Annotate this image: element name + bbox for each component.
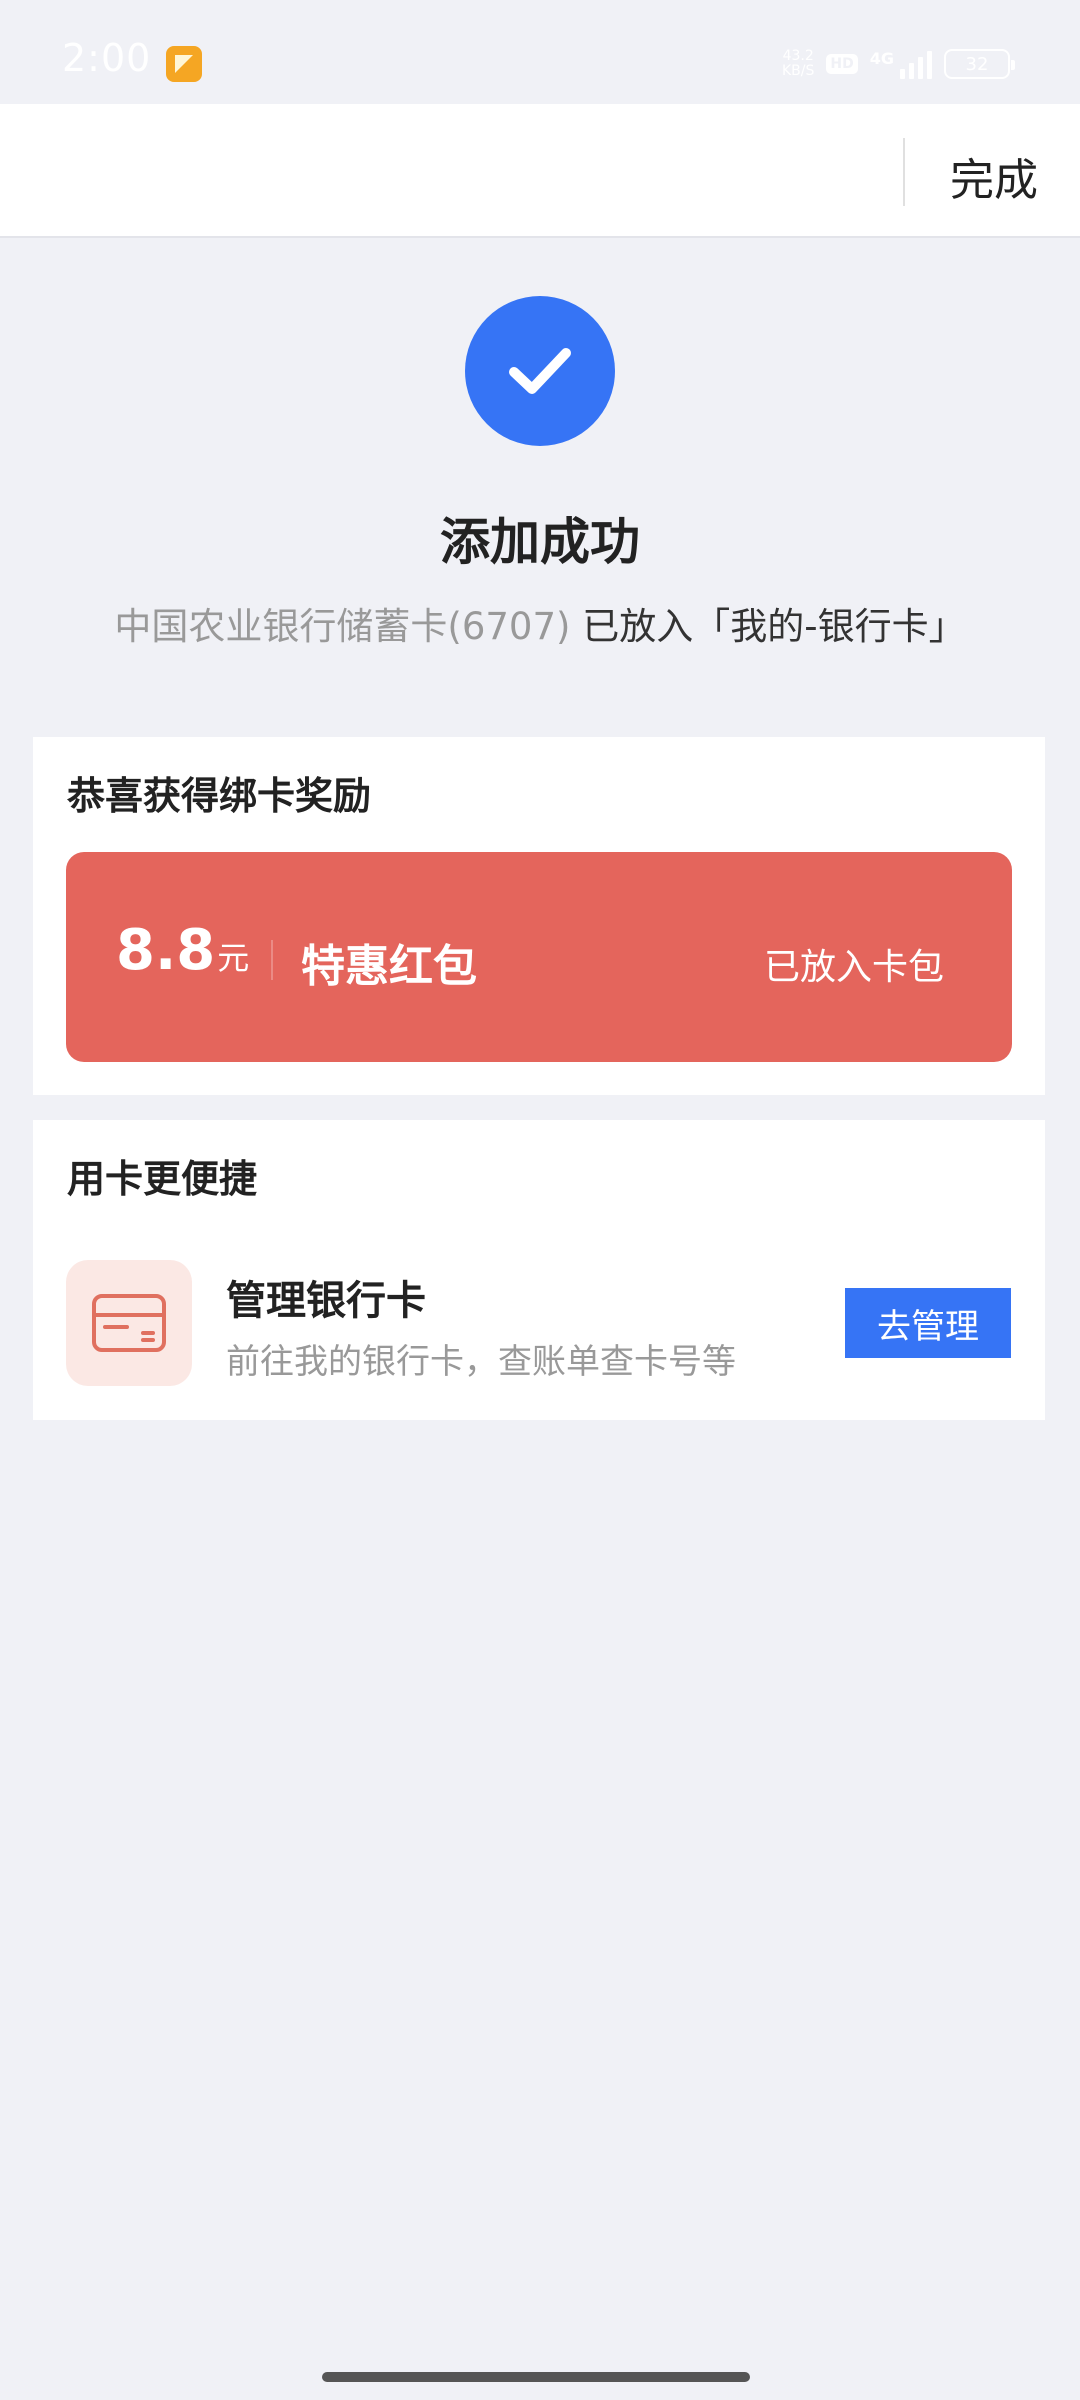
status-time: 2:00 bbox=[62, 36, 152, 80]
manage-card-title: 管理银行卡 bbox=[226, 1278, 426, 1324]
coupon-divider bbox=[271, 940, 273, 980]
coupon-amount-value: 8.8 bbox=[116, 918, 216, 983]
reward-section: 恭喜获得绑卡奖励 8.8 元 特惠红包 已放入卡包 bbox=[33, 737, 1045, 1095]
nav-bar: 完成 bbox=[0, 104, 1080, 238]
reward-section-title: 恭喜获得绑卡奖励 bbox=[67, 774, 372, 818]
hd-icon: HD bbox=[826, 54, 858, 74]
red-packet-coupon[interactable]: 8.8 元 特惠红包 已放入卡包 bbox=[66, 852, 1012, 1062]
status-bar: 2:00 43.2 KB/S HD 4G 32 bbox=[0, 0, 1080, 104]
success-description: 中国农业银行储蓄卡(6707) 已放入「我的-银行卡」 bbox=[0, 596, 1080, 650]
coupon-amount: 8.8 元 bbox=[116, 918, 249, 983]
success-title: 添加成功 bbox=[440, 513, 640, 571]
coupon-name: 特惠红包 bbox=[301, 941, 477, 992]
manage-card-description: 前往我的银行卡，查账单查卡号等 bbox=[226, 1342, 736, 1382]
network-speed-value: 43.2 bbox=[782, 48, 814, 64]
network-speed: 43.2 KB/S bbox=[782, 49, 814, 79]
done-button[interactable]: 完成 bbox=[950, 144, 1038, 208]
battery-level: 32 bbox=[965, 53, 989, 75]
card-name: 中国农业银行储蓄卡(6707) bbox=[114, 605, 571, 648]
notification-app-icon bbox=[166, 46, 202, 82]
network-type: 4G bbox=[869, 49, 894, 68]
placed-text: 已放入「我的-银行卡」 bbox=[582, 605, 966, 648]
coupon-status: 已放入卡包 bbox=[763, 947, 944, 988]
manage-button[interactable]: 去管理 bbox=[845, 1288, 1011, 1358]
success-check-icon bbox=[465, 296, 615, 446]
shortcut-section: 用卡更便捷 管理银行卡 前往我的银行卡，查账单查卡号等 去管理 bbox=[33, 1120, 1045, 1420]
network-speed-unit: KB/S bbox=[782, 63, 815, 79]
coupon-amount-unit: 元 bbox=[217, 939, 250, 977]
shortcut-section-title: 用卡更便捷 bbox=[67, 1157, 258, 1201]
nav-divider bbox=[903, 138, 905, 206]
signal-icon: 4G bbox=[870, 49, 932, 79]
battery-icon: 32 bbox=[944, 49, 1015, 79]
bank-card-icon bbox=[66, 1260, 192, 1386]
home-indicator[interactable] bbox=[322, 2372, 750, 2382]
status-indicators: 43.2 KB/S HD 4G 32 bbox=[782, 44, 1015, 84]
